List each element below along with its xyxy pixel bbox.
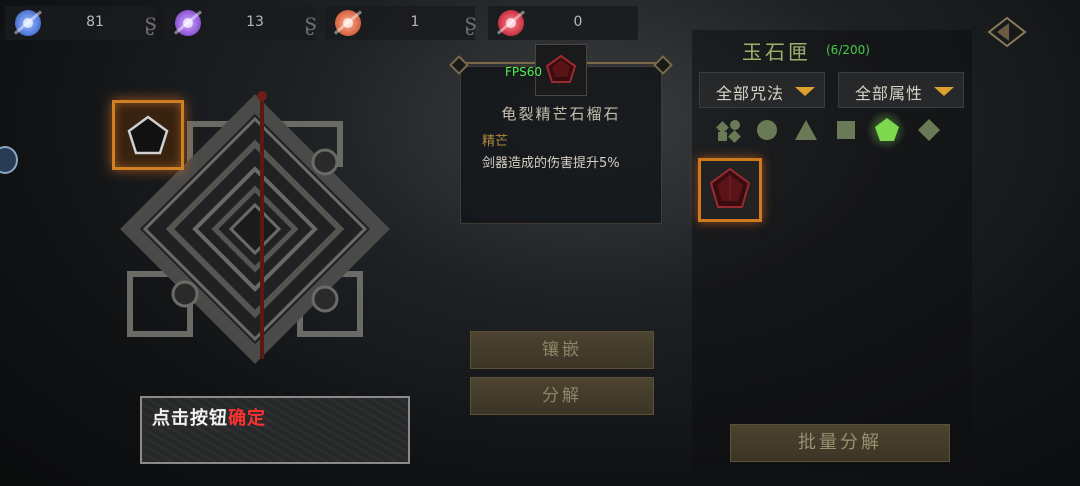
- currency-purple: 13 ʂ: [165, 6, 317, 40]
- batch-decompose-label: 批量分解: [798, 432, 882, 453]
- hint-text: 点击按钮确定: [152, 404, 266, 430]
- attribute-filter-label: 全部属性: [855, 84, 924, 103]
- back-arrow-icon[interactable]: [985, 12, 1029, 52]
- currency-value: 0: [573, 14, 583, 30]
- purple-essence-orb-icon: [174, 10, 202, 36]
- pentagon-icon[interactable]: [873, 116, 901, 144]
- currency-add-icon[interactable]: ʂ: [305, 8, 317, 36]
- currency-add-icon[interactable]: ʂ: [145, 8, 157, 36]
- item-tag: 精芒: [482, 134, 509, 149]
- tutorial-hint-box: 点击按钮确定: [140, 396, 410, 464]
- item-name: 龟裂精芒石榴石: [501, 105, 621, 123]
- currency-value: 13: [246, 14, 264, 30]
- chevron-down-icon: [934, 87, 954, 96]
- diamond-icon[interactable]: [916, 117, 942, 143]
- triangle-icon[interactable]: [793, 117, 819, 143]
- side-chat-bubble[interactable]: [0, 146, 18, 174]
- attribute-filter-dropdown[interactable]: 全部属性: [838, 72, 964, 108]
- orange-essence-orb-icon: [334, 10, 362, 36]
- gem-box-title: 玉石匣: [742, 40, 811, 64]
- decompose-button-label: 分解: [542, 386, 582, 406]
- currency-value: 81: [86, 14, 104, 30]
- batch-decompose-button[interactable]: 批量分解: [730, 424, 950, 462]
- currency-blue: 81 ʂ: [5, 6, 157, 40]
- item-description: 剑器造成的伤害提升5%: [482, 156, 620, 171]
- currency-red: 0: [488, 6, 638, 40]
- garnet-gem-icon: [709, 167, 751, 208]
- inlay-button-label: 镶嵌: [542, 340, 582, 360]
- currency-orange: 1 ʂ: [325, 6, 477, 40]
- square-icon[interactable]: [833, 117, 859, 143]
- currency-add-icon[interactable]: ʂ: [465, 8, 477, 36]
- fps-counter: FPS60: [505, 65, 543, 79]
- hint-highlight: 确定: [228, 408, 266, 429]
- blue-essence-orb-icon: [14, 10, 42, 36]
- inventory-gem-slot[interactable]: [698, 158, 762, 222]
- decompose-button[interactable]: 分解: [470, 377, 654, 415]
- item-icon-box: [535, 44, 587, 96]
- gem-socket-slot[interactable]: [112, 100, 184, 170]
- red-essence-orb-icon: [497, 10, 525, 36]
- garnet-gem-icon: [545, 54, 577, 83]
- currency-value: 1: [410, 14, 420, 30]
- hint-prefix: 点击按钮: [152, 408, 228, 429]
- inlay-button[interactable]: 镶嵌: [470, 331, 654, 369]
- pentagon-gem-socket-icon: [127, 115, 169, 155]
- chevron-down-icon: [795, 87, 815, 96]
- all-shapes-icon[interactable]: [716, 117, 742, 143]
- circle-icon[interactable]: [754, 117, 780, 143]
- spell-filter-label: 全部咒法: [716, 84, 785, 103]
- gem-box-count: (6/200): [826, 43, 870, 57]
- spell-filter-dropdown[interactable]: 全部咒法: [699, 72, 825, 108]
